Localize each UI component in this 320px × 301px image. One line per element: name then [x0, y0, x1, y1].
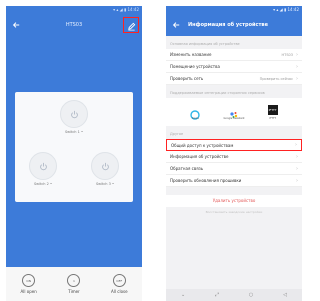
bottom-action-bar: ON All open ⏲ Timer OFF All close	[6, 267, 142, 301]
status-bar: ▾ ▴ ◢ ▮ 14:42	[113, 7, 139, 12]
alexa-icon	[190, 105, 201, 120]
all-open-label: All open	[20, 289, 37, 294]
status-bar: ▾ ▴ ◢ ▮ 14:42	[166, 6, 302, 14]
switch-1[interactable]: Switch 1 •	[56, 100, 92, 134]
top-bar: HTS03	[6, 14, 142, 36]
chevron-right-icon: ›	[296, 153, 298, 160]
integrations-header: Поддерживаемые интеграции сторонних серв…	[170, 91, 265, 95]
switch-2-label: Switch 2 •	[33, 182, 53, 186]
clock-icon: ⏲	[67, 274, 81, 287]
system-nav-bar: ⌄ ⤢ ○ ◁	[166, 289, 302, 301]
firmware-update-row[interactable]: Проверить обновления прошивки ›	[166, 175, 302, 187]
nav-expand-icon[interactable]: ⤢	[215, 292, 219, 298]
device-location-label: Помещение устройства	[170, 64, 220, 69]
device-info-label: Информация об устройстве	[170, 154, 229, 159]
chevron-right-icon: ›	[296, 177, 298, 184]
device-info-row[interactable]: Информация об устройстве ›	[166, 151, 302, 163]
edit-button[interactable]	[123, 17, 139, 33]
google-assistant-icon	[229, 105, 239, 118]
switch-control-screen: ▾ ▴ ◢ ▮ 14:42 HTS03 Switch 1 • Switch 2 …	[6, 6, 142, 301]
check-now-value: Проверить сейчас	[259, 76, 293, 81]
remove-device-button[interactable]: Удалить устройство	[166, 195, 302, 207]
timer-button[interactable]: ⏲ Timer	[57, 274, 91, 294]
power-icon	[60, 100, 88, 128]
device-location-row[interactable]: Помещение устройства ›	[166, 61, 302, 73]
switch-3-label: Switch 3 •	[95, 182, 115, 186]
google-assistant-label: Google Assistant	[223, 116, 245, 120]
nav-home-icon[interactable]: ○	[249, 292, 253, 298]
all-on-icon: ON	[22, 274, 36, 287]
shared-access-row[interactable]: Общий доступ к устройствам ›	[166, 139, 302, 151]
power-icon	[91, 152, 119, 180]
switch-2[interactable]: Switch 2 •	[25, 152, 61, 186]
feedback-row[interactable]: Обратная связь ›	[166, 163, 302, 175]
all-open-button[interactable]: ON All open	[12, 274, 46, 294]
chevron-right-icon: ›	[296, 165, 298, 172]
check-network-row[interactable]: Проверить сеть Проверить сейчас ›	[166, 73, 302, 85]
device-info-screen: ▾ ▴ ◢ ▮ 14:42 Информация об устройстве О…	[166, 6, 302, 301]
device-title: HTS03	[65, 22, 83, 28]
all-close-button[interactable]: OFF All close	[102, 274, 136, 294]
switch-1-label: Switch 1 •	[64, 130, 84, 134]
device-name-value: HTS03	[281, 52, 293, 57]
nav-back-icon[interactable]: ◁	[283, 292, 287, 298]
switch-3[interactable]: Switch 3 •	[87, 152, 123, 186]
top-bar: Информация об устройстве	[166, 14, 302, 36]
firmware-update-label: Проверить обновления прошивки	[170, 178, 242, 183]
factory-reset-link[interactable]: Восстановить заводские настройки	[166, 207, 302, 214]
rename-row[interactable]: Изменить название HTS03 ›	[166, 49, 302, 61]
pencil-icon	[127, 16, 136, 35]
all-off-icon: OFF	[112, 274, 126, 287]
ifttt-icon: IFTTT	[267, 104, 278, 115]
check-network-label: Проверить сеть	[170, 76, 204, 81]
nav-down-icon[interactable]: ⌄	[181, 292, 185, 298]
timer-label: Timer	[68, 289, 80, 294]
basic-info-header: Основная информация об устройстве	[170, 42, 240, 46]
integrations-row: Alexa Google Assistant IFTTT IFTTT	[166, 98, 302, 126]
chevron-right-icon: ›	[296, 63, 298, 70]
page-title: Информация об устройстве	[188, 22, 268, 28]
alexa-label: Alexa	[191, 116, 199, 120]
chevron-right-icon: ›	[296, 75, 298, 82]
chevron-right-icon: ›	[295, 142, 297, 148]
back-arrow-icon[interactable]	[168, 17, 184, 33]
shared-access-label: Общий доступ к устройствам	[171, 142, 234, 148]
chevron-right-icon: ›	[296, 51, 298, 58]
feedback-label: Обратная связь	[170, 166, 204, 171]
ifttt-label: IFTTT	[269, 116, 276, 120]
other-header: Другое	[170, 132, 184, 136]
back-arrow-icon[interactable]	[8, 17, 24, 33]
power-icon	[29, 152, 57, 180]
all-close-label: All close	[111, 289, 128, 294]
ifttt-integration[interactable]: IFTTT IFTTT	[259, 104, 287, 120]
ifttt-logo-text: IFTTT	[268, 107, 277, 112]
switch-panel: Switch 1 • Switch 2 • Switch 3 •	[15, 92, 133, 202]
rename-label: Изменить название	[170, 52, 212, 57]
alexa-integration[interactable]: Alexa	[181, 105, 209, 120]
google-assistant-integration[interactable]: Google Assistant	[220, 105, 248, 120]
